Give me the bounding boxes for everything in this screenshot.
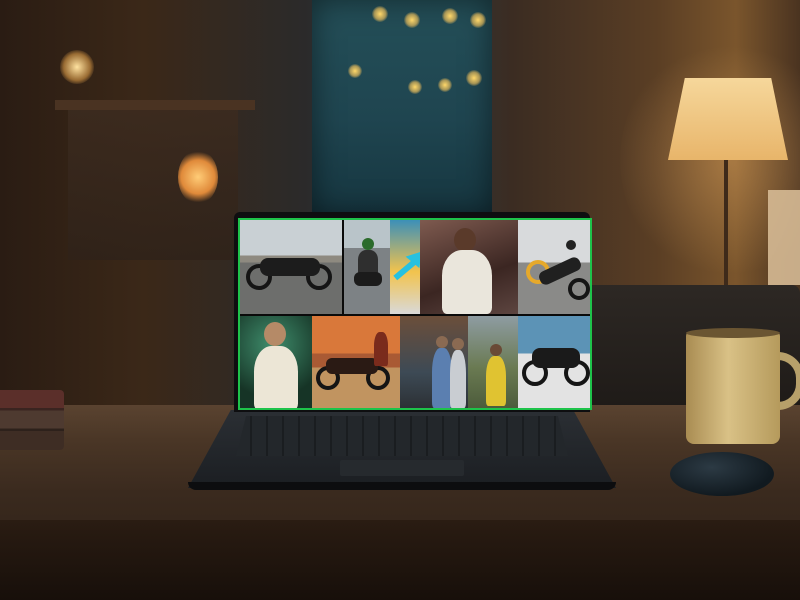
cushion xyxy=(768,190,800,285)
collage-tile-motorcycle xyxy=(518,316,590,408)
laptop-base-edge xyxy=(188,482,616,490)
table-lamp-shade xyxy=(668,78,788,160)
collage-tile-portrait xyxy=(420,220,518,314)
lamp-pole xyxy=(724,160,728,290)
computer-mouse xyxy=(670,452,774,496)
collage-tile-motorcycle-sunset xyxy=(312,316,400,408)
mug-rim xyxy=(686,328,780,338)
collage-tile-group xyxy=(400,316,468,408)
window xyxy=(312,0,492,215)
orb-lamp xyxy=(178,150,218,204)
laptop-trackpad xyxy=(340,460,464,476)
collage-tile-wheelie xyxy=(518,220,590,314)
collage-tile-rider xyxy=(344,220,390,314)
laptop-keyboard xyxy=(236,416,568,456)
collage-tile-group xyxy=(468,316,518,408)
desk-edge xyxy=(0,520,800,600)
collage-tile-motorcycle xyxy=(240,220,342,314)
laptop-screen xyxy=(238,218,592,410)
coffee-mug xyxy=(686,332,780,444)
book-stack xyxy=(0,390,64,450)
collage-tile-portrait xyxy=(240,316,312,408)
small-lamp xyxy=(60,50,94,84)
shelf xyxy=(55,100,255,110)
